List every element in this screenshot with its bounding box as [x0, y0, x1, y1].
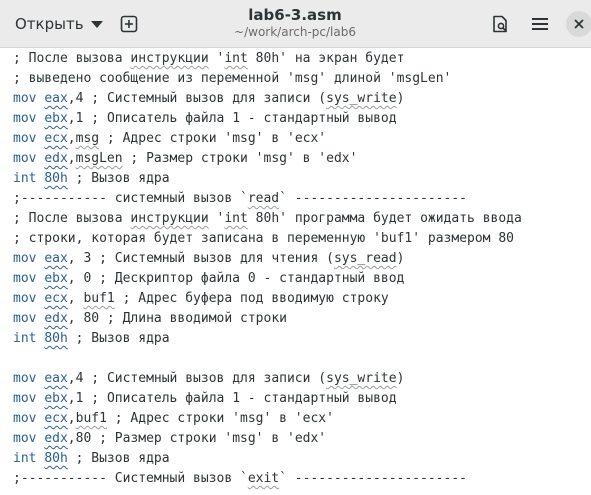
- code-line: mov ebx, 0 ; Дескриптор файла 0 - станда…: [13, 271, 405, 286]
- new-tab-button[interactable]: [114, 9, 144, 39]
- code-line: mov ebx,1 ; Описатель файла 1 - стандарт…: [13, 391, 397, 406]
- code-line: mov eax, 3 ; Системный вызов для чтения …: [13, 251, 405, 266]
- code-line: ;----------- Системный вызов `exit` ----…: [13, 471, 467, 486]
- text-editor-area[interactable]: ; После вызова инструкции 'int 80h' на э…: [0, 48, 591, 495]
- code-line: ; После вызова инструкции 'int 80h' прог…: [13, 211, 522, 226]
- code-line: int 80h ; Вызов ядра: [13, 171, 170, 186]
- save-button[interactable]: [485, 9, 515, 39]
- code-line: ; строки, которая будет записана в перем…: [13, 231, 514, 246]
- menu-button[interactable]: [525, 9, 555, 39]
- code-line: mov edx, 80 ; Длина вводимой строки: [13, 311, 287, 326]
- close-button[interactable]: [566, 11, 591, 37]
- code-line: mov eax,4 ; Системный вызов для записи (…: [13, 371, 405, 386]
- code-line: mov eax,4 ; Системный вызов для записи (…: [13, 91, 405, 106]
- open-button[interactable]: Открыть: [6, 8, 104, 40]
- code-line: mov ecx,buf1 ; Адрес строки 'msg' в 'ecx…: [13, 411, 334, 426]
- close-icon: [574, 19, 584, 29]
- document-title: lab6-3.asm: [248, 6, 342, 24]
- code-line: ; выведено сообщение из переменной 'msg'…: [13, 71, 452, 86]
- code-line: int 80h ; Вызов ядра: [13, 451, 170, 466]
- code-line: mov ecx, buf1 ; Адрес буфера под вводиму…: [13, 291, 389, 306]
- code-line: mov edx,msgLen ; Размер строки 'msg' в '…: [13, 151, 358, 166]
- open-button-label: Открыть: [15, 15, 84, 33]
- code-line: mov ebx,1 ; Описатель файла 1 - стандарт…: [13, 111, 397, 126]
- title-area: lab6-3.asm ~/work/arch-pc/lab6: [180, 6, 410, 40]
- document-path: ~/work/arch-pc/lab6: [234, 25, 356, 39]
- code-line: ; После вызова инструкции 'int 80h' на э…: [13, 51, 405, 66]
- code-line: mov edx,80 ; Размер строки 'msg' в 'edx': [13, 431, 327, 446]
- code-line: int 80h ; Вызов ядра: [13, 331, 170, 346]
- code-line: mov ecx,msg ; Адрес строки 'msg' в 'ecx': [13, 131, 327, 146]
- code-line: ;----------- системный вызов `read` ----…: [13, 191, 467, 206]
- new-tab-icon: [120, 15, 138, 33]
- header-bar: Открыть lab6-3.asm ~/work/arch-pc/lab6: [0, 0, 591, 48]
- save-icon: [493, 15, 508, 33]
- menu-icon: [532, 18, 548, 30]
- caret-down-icon: [90, 20, 103, 28]
